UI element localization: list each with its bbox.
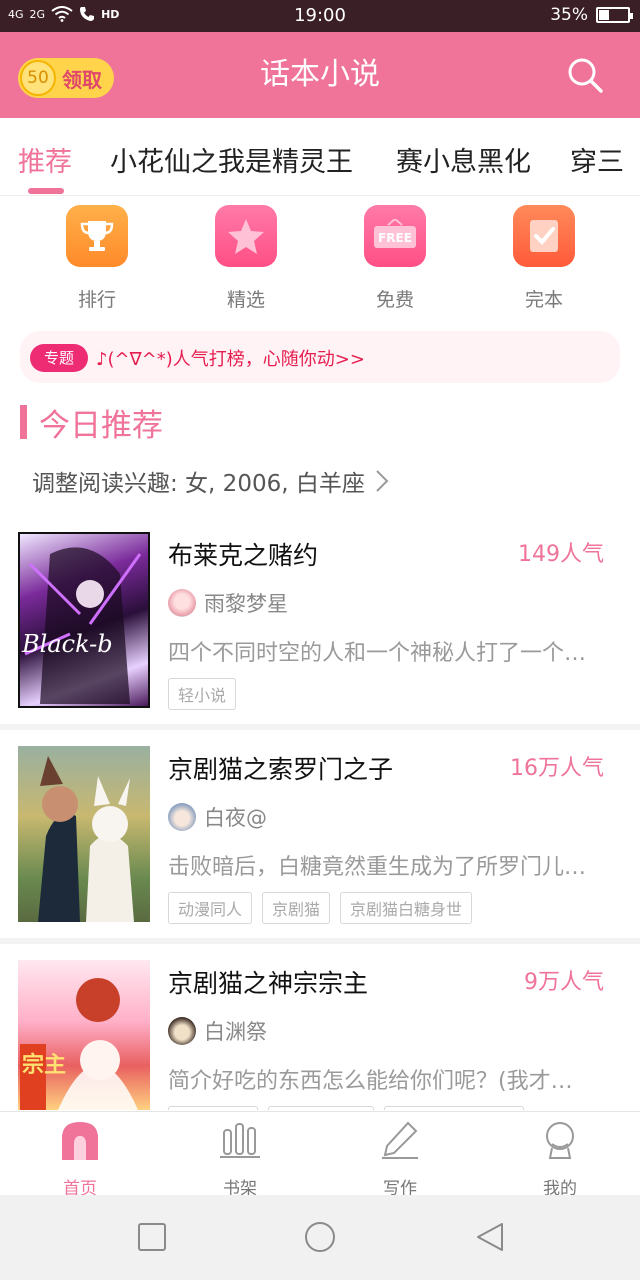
app-header: 话本小说 50 领取	[0, 32, 640, 118]
shortcut-completed[interactable]: 完本	[484, 205, 604, 312]
nav-bookshelf[interactable]: 书架	[160, 1120, 320, 1199]
book-cover[interactable]	[18, 746, 150, 922]
cover-title: Black-b	[21, 630, 113, 658]
book-tag[interactable]	[384, 1106, 524, 1110]
free-sign-icon: FREE	[364, 205, 426, 267]
book-tags	[168, 1106, 524, 1110]
book-tag[interactable]	[168, 1106, 258, 1110]
trophy-icon	[66, 205, 128, 267]
status-bar: 4G 2G HD 19:00 35%	[0, 0, 640, 32]
book-author[interactable]: 雨黎梦星	[168, 588, 288, 618]
book-tag[interactable]: 动漫同人	[168, 892, 253, 924]
tab-xiaohuaxian[interactable]: 小花仙之我是精灵王	[110, 140, 353, 179]
search-icon[interactable]	[566, 56, 604, 94]
book-popularity: 149人气	[518, 542, 604, 567]
battery-fill	[599, 10, 609, 20]
book-description: 四个不同时空的人和一个神秘人打了一个…	[168, 641, 587, 666]
tab-saixiaoxi[interactable]: 赛小息黑化	[396, 140, 531, 179]
nav-write[interactable]: 写作	[320, 1120, 480, 1199]
topic-text: ♪(^∇^*)人气打榜，心随你动>>	[96, 349, 365, 370]
book-item[interactable]: 京剧猫之索罗门之子 16万人气 白夜@ 击败暗后，白糖竟然重生成为了所罗门儿… …	[0, 746, 640, 926]
battery-percent: 35%	[550, 5, 588, 25]
chevron-right-icon	[376, 470, 389, 492]
category-shortcuts: 排行 精选 FREE 免费 完本	[0, 205, 640, 315]
section-title-bar	[20, 405, 27, 439]
shortcut-ranking[interactable]: 排行	[37, 205, 157, 312]
book-tag[interactable]: 京剧猫白糖身世	[340, 892, 473, 924]
book-author[interactable]: 白夜@	[168, 802, 267, 832]
book-cover[interactable]: 宗主	[18, 960, 150, 1110]
back-icon[interactable]	[474, 1221, 506, 1253]
book-author[interactable]: 白渊祭	[168, 1016, 267, 1046]
book-tag[interactable]	[268, 1106, 374, 1110]
book-tags: 动漫同人 京剧猫 京剧猫白糖身世	[168, 892, 473, 924]
avatar	[168, 1017, 196, 1045]
adjust-interest-link[interactable]: 调整阅读兴趣: 女, 2006, 白羊座	[32, 464, 389, 498]
profile-icon	[546, 1122, 574, 1159]
shortcut-featured-label: 精选	[226, 289, 265, 311]
svg-text:FREE: FREE	[378, 231, 412, 245]
book-item[interactable]: Black-b 布莱克之赌约 149人气 雨黎梦星 四个不同时空的人和一个神秘人…	[0, 532, 640, 712]
checkbook-icon	[513, 205, 575, 267]
bookshelf-icon	[220, 1123, 260, 1158]
tab-chuan[interactable]: 穿三	[570, 140, 624, 179]
nav-home[interactable]: 首页	[0, 1120, 160, 1199]
book-description: 击败暗后，白糖竟然重生成为了所罗门儿…	[168, 855, 587, 880]
book-title: 京剧猫之神宗宗主	[168, 969, 369, 998]
coin-count: 50	[27, 68, 49, 88]
claim-label: 领取	[62, 67, 102, 92]
nav-profile[interactable]: 我的	[480, 1120, 640, 1199]
book-title: 京剧猫之索罗门之子	[168, 755, 394, 784]
book-tags: 轻小说	[168, 678, 237, 710]
category-tabs: 推荐 小花仙之我是精灵王 赛小息黑化 穿三	[0, 118, 640, 196]
cover-art: 宗主	[20, 978, 138, 1110]
divider	[0, 724, 640, 730]
book-tag[interactable]: 轻小说	[168, 678, 237, 710]
book-title: 布莱克之赌约	[168, 541, 319, 570]
book-item[interactable]: 宗主 京剧猫之神宗宗主 9万人气 白渊祭 简介好吃的东西怎么能给你们呢？(我才…	[0, 960, 640, 1110]
shortcut-free-label: 免费	[375, 289, 414, 311]
book-popularity: 9万人气	[524, 970, 604, 995]
active-tab-indicator	[28, 188, 64, 194]
shortcut-ranking-label: 排行	[77, 289, 116, 311]
tab-recommend[interactable]: 推荐	[18, 140, 72, 179]
author-name: 白夜@	[204, 806, 267, 830]
shortcut-free[interactable]: FREE 免费	[335, 205, 455, 312]
divider	[0, 938, 640, 944]
book-description: 简介好吃的东西怎么能给你们呢？(我才…	[168, 1069, 573, 1094]
topic-banner[interactable]: 专题 ♪(^∇^*)人气打榜，心随你动>>	[20, 331, 620, 383]
cover-art: Black-b	[21, 547, 142, 704]
avatar	[168, 803, 196, 831]
status-time: 19:00	[294, 5, 346, 26]
home-circle-icon[interactable]	[304, 1221, 336, 1253]
section-title: 今日推荐	[20, 402, 163, 444]
author-name: 雨黎梦星	[204, 592, 288, 616]
cover-title: 宗主	[22, 1052, 66, 1078]
cover-art	[38, 756, 134, 922]
shortcut-featured[interactable]: 精选	[186, 205, 306, 312]
bottom-nav: 首页 书架 写作 我的	[0, 1111, 640, 1199]
section-title-text: 今日推荐	[39, 407, 163, 444]
status-right: 35%	[550, 5, 633, 25]
book-tag[interactable]: 京剧猫	[262, 892, 331, 924]
author-name: 白渊祭	[204, 1020, 267, 1044]
recent-apps-icon[interactable]	[136, 1221, 168, 1253]
book-popularity: 16万人气	[510, 756, 604, 781]
battery-icon	[596, 7, 633, 23]
avatar	[168, 589, 196, 617]
system-nav-bar	[0, 1195, 640, 1280]
home-icon	[62, 1122, 98, 1160]
star-icon	[215, 205, 277, 267]
book-cover[interactable]: Black-b	[18, 532, 150, 708]
interest-text: 调整阅读兴趣: 女, 2006, 白羊座	[32, 471, 365, 497]
shortcut-completed-label: 完本	[524, 289, 563, 311]
topic-badge: 专题	[30, 344, 88, 372]
coin-icon: 50	[20, 60, 56, 96]
claim-coins-button[interactable]: 50 领取	[18, 58, 114, 98]
pen-icon	[382, 1121, 418, 1159]
